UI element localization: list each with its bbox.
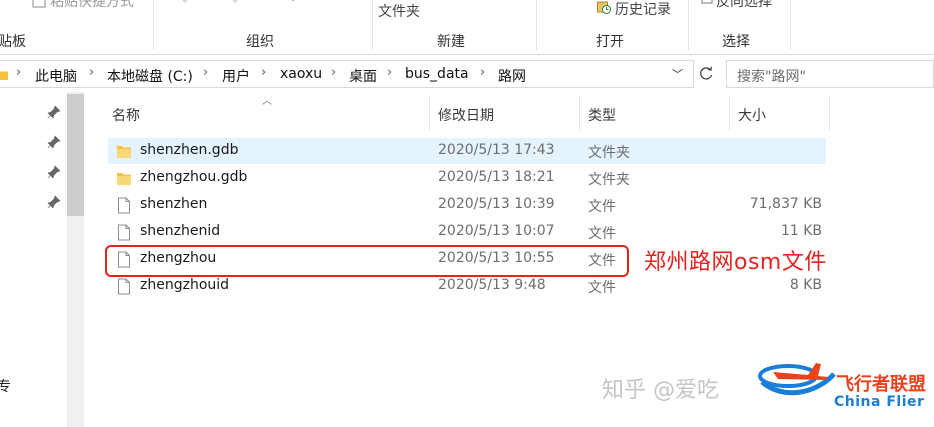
file-name: shenzhen.gdb (140, 142, 239, 158)
pin-icon[interactable] (47, 165, 61, 179)
navigation-pane: 专 (0, 92, 86, 427)
chevron-right-icon: › (16, 65, 22, 80)
invert-selection-icon (701, 0, 713, 4)
file-date: 2020/5/13 9:48 (438, 277, 546, 293)
file-icon (118, 278, 130, 295)
column-header-type[interactable]: 类型 (580, 96, 730, 130)
address-bar[interactable]: › 此电脑 › 本地磁盘 (C:) › 用户 › xaoxu › 桌面 › bu… (0, 60, 694, 88)
paste-shortcut-icon (32, 0, 46, 8)
file-row[interactable]: zhengzhou.gdb 2020/5/13 18:21 文件夹 (108, 165, 826, 191)
file-size: 8 KB (789, 277, 822, 293)
ribbon-separator (372, 0, 373, 50)
new-folder-button[interactable]: 文件夹 (378, 1, 420, 21)
breadcrumb-this-pc[interactable]: 此电脑 (35, 66, 77, 86)
pin-icon[interactable] (47, 195, 61, 209)
file-row[interactable]: shenzhen 2020/5/13 10:39 文件 71,837 KB (108, 192, 826, 218)
ribbon-separator (790, 0, 791, 50)
watermark-brand-en: China Flier (834, 394, 925, 410)
pin-icon[interactable] (47, 105, 61, 119)
copy-path-icon (182, 0, 188, 3)
file-date: 2020/5/13 10:07 (438, 223, 555, 239)
ribbon-separator (688, 0, 689, 50)
delete-icon (292, 0, 294, 1)
column-header-date[interactable]: 修改日期 (430, 96, 580, 130)
breadcrumb-bus-data[interactable]: bus_data (405, 66, 469, 82)
search-placeholder: 搜索"路网" (737, 69, 806, 85)
address-history-dropdown-icon[interactable]: ﹀ (672, 66, 683, 82)
breadcrumb-users[interactable]: 用户 (222, 66, 250, 86)
nav-item-label[interactable]: 专 (0, 376, 11, 396)
file-name: zhengzhou.gdb (140, 169, 248, 185)
folder-icon (0, 71, 8, 80)
column-header-name[interactable]: 名称 (104, 96, 430, 130)
search-input[interactable]: 搜索"路网" (726, 60, 934, 88)
invert-selection-button[interactable]: 反向选择 (716, 0, 772, 11)
move-to-icon (232, 0, 238, 3)
properties-dropdown-icon[interactable] (563, 0, 577, 8)
file-type: 文件 (588, 226, 616, 242)
highlight-box (105, 245, 629, 277)
breadcrumb-road-network[interactable]: 路网 (498, 66, 526, 86)
nav-scrollbar-thumb[interactable] (67, 94, 84, 216)
chevron-right-icon: › (331, 65, 337, 80)
ribbon-separator (536, 0, 537, 50)
nav-scrollbar[interactable] (67, 92, 84, 427)
chevron-right-icon: › (89, 65, 95, 80)
file-type: 文件 (588, 280, 616, 296)
pin-icon[interactable] (47, 135, 61, 149)
chevron-right-icon: › (480, 65, 486, 80)
history-icon (597, 1, 611, 14)
file-name: shenzhenid (140, 223, 221, 239)
address-row: › 此电脑 › 本地磁盘 (C:) › 用户 › xaoxu › 桌面 › bu… (0, 60, 934, 89)
file-date: 2020/5/13 10:39 (438, 196, 555, 212)
file-type: 文件 (588, 199, 616, 215)
folder-icon (117, 146, 131, 158)
refresh-icon[interactable] (696, 61, 716, 87)
file-icon (118, 224, 130, 241)
new-group-label: 新建 (437, 34, 465, 50)
column-header-row: 名称 修改日期 类型 大小 (104, 96, 831, 130)
watermark-brand: 飞行者联盟 (836, 374, 926, 395)
file-name: shenzhen (140, 196, 208, 212)
file-date: 2020/5/13 18:21 (438, 169, 555, 185)
chevron-right-icon: › (261, 65, 267, 80)
ribbon: 粘贴快捷方式 文件夹 历史记录 反向选择 贴板 组织 新建 打开 选择 (0, 0, 934, 55)
chevron-right-icon: › (387, 65, 393, 80)
file-size: 71,837 KB (749, 196, 822, 212)
history-button[interactable]: 历史记录 (615, 0, 671, 19)
file-row[interactable]: shenzhenid 2020/5/13 10:07 文件 11 KB (108, 219, 826, 245)
file-name: zhengzhouid (140, 277, 230, 293)
annotation-label: 郑州路网osm文件 (644, 250, 827, 275)
breadcrumb-user[interactable]: xaoxu (280, 66, 322, 82)
clipboard-group-label: 贴板 (0, 34, 26, 50)
paste-shortcut-button[interactable]: 粘贴快捷方式 (50, 0, 134, 11)
file-date: 2020/5/13 17:43 (438, 142, 555, 158)
breadcrumb-local-disk[interactable]: 本地磁盘 (C:) (107, 66, 193, 86)
ribbon-separator (153, 0, 154, 50)
file-size: 11 KB (780, 223, 822, 239)
breadcrumb-desktop[interactable]: 桌面 (349, 66, 377, 86)
column-header-size[interactable]: 大小 (730, 96, 830, 130)
organize-group-label: 组织 (246, 34, 274, 50)
file-row[interactable]: shenzhen.gdb 2020/5/13 17:43 文件夹 (108, 138, 826, 164)
file-type: 文件夹 (588, 172, 630, 188)
open-group-label: 打开 (596, 34, 624, 50)
chevron-right-icon: › (203, 65, 209, 80)
zhihu-watermark: 知乎 @爱吃 (602, 378, 719, 403)
file-icon (118, 197, 130, 214)
folder-icon (117, 173, 131, 185)
select-group-label: 选择 (722, 34, 750, 50)
file-type: 文件夹 (588, 145, 630, 161)
